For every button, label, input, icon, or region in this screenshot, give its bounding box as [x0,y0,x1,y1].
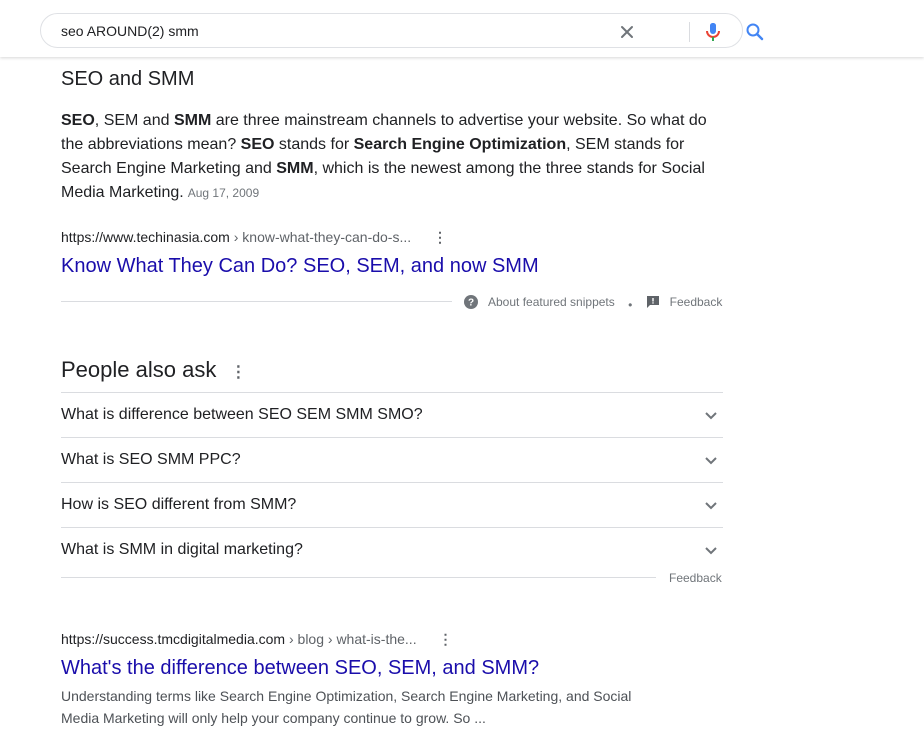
more-options-icon[interactable]: ⋮ [230,360,246,386]
chevron-down-icon [705,457,717,465]
result-snippet: Understanding terms like Search Engine O… [61,688,632,726]
search-box-divider [689,22,690,42]
paa-question-text: What is SEO SMM PPC? [61,451,241,468]
feedback-link[interactable]: Feedback [646,294,722,310]
paa-question[interactable]: What is SMM in digital marketing? [61,527,723,572]
cite-domain: https://www.techinasia.com [61,229,230,245]
search-box[interactable] [40,13,764,48]
featured-snippet-heading: SEO and SMM [61,68,195,90]
featured-snippet-title-link[interactable]: Know What They Can Do? SEO, SEM, and now… [61,253,539,279]
cite-path: › blog › what-is-the... [285,631,417,647]
result-cite: https://success.tmcdigitalmedia.com › bl… [61,630,452,648]
people-also-ask-list: What is difference between SEO SEM SMM S… [61,392,723,572]
mic-icon[interactable] [701,20,725,44]
featured-snippet-footer: ? About featured snippets • Feedback [464,294,722,313]
divider [61,577,656,578]
featured-snippet-cite: https://www.techinasia.com › know-what-t… [61,228,447,246]
featured-snippet-text: SEO, SEM and SMM are three mainstream ch… [61,112,707,201]
about-featured-snippets-link[interactable]: ? About featured snippets [464,294,615,310]
chevron-down-icon [705,547,717,555]
cite-path: › know-what-they-can-do-s... [229,229,412,245]
chevron-down-icon [705,412,717,420]
paa-feedback-link[interactable]: Feedback [669,570,722,586]
help-icon: ? [464,295,478,309]
chevron-down-icon [705,502,717,510]
paa-question-text: What is SMM in digital marketing? [61,541,303,558]
paa-question-text: How is SEO different from SMM? [61,496,297,513]
search-header [0,0,924,57]
more-options-icon[interactable]: ⋮ [438,630,452,648]
divider [61,301,452,302]
search-input[interactable] [61,22,581,40]
paa-question-text: What is difference between SEO SEM SMM S… [61,406,423,423]
result-title-link[interactable]: What's the difference between SEO, SEM, … [61,655,539,681]
feedback-icon [646,296,659,308]
snippet-date: Aug 17, 2009 [187,186,260,200]
svg-text:?: ? [468,298,474,309]
more-options-icon[interactable]: ⋮ [433,228,447,246]
separator-dot: • [628,298,633,312]
people-also-ask-heading: People also ask ⋮ [61,357,246,386]
paa-question[interactable]: What is SEO SMM PPC? [61,437,723,482]
search-icon[interactable] [743,20,767,44]
cite-domain: https://success.tmcdigitalmedia.com [61,631,286,647]
paa-question[interactable]: What is difference between SEO SEM SMM S… [61,392,723,437]
close-icon[interactable] [615,20,639,44]
paa-question[interactable]: How is SEO different from SMM? [61,482,723,527]
